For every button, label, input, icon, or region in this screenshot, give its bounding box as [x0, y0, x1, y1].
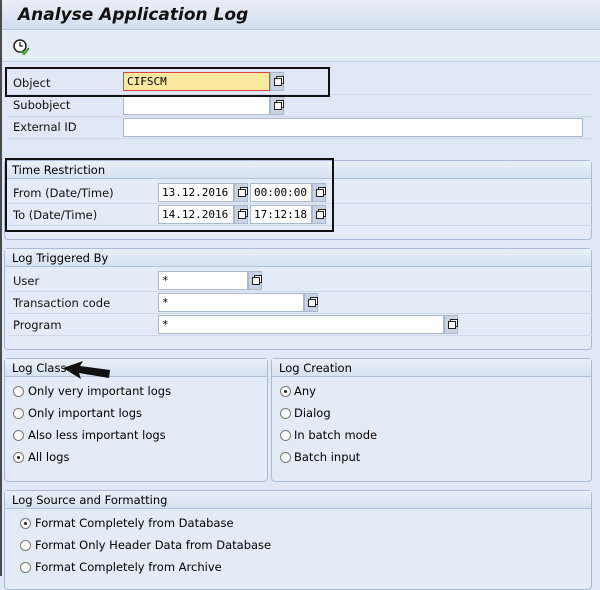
- arrow-annotation-icon: [63, 361, 110, 379]
- radio-format-header-db[interactable]: [20, 540, 31, 551]
- radio-label: Format Completely from Archive: [35, 560, 222, 574]
- tcode-label: Transaction code: [13, 296, 111, 310]
- user-help-button[interactable]: [248, 271, 262, 290]
- subobject-label: Subobject: [13, 98, 71, 112]
- radio-important[interactable]: [13, 408, 24, 419]
- radio-label: All logs: [28, 450, 70, 464]
- radio-any[interactable]: [280, 386, 291, 397]
- log-creation-header: Log Creation: [272, 359, 591, 377]
- radio-batch-mode[interactable]: [280, 430, 291, 441]
- radio-less-important[interactable]: [13, 430, 24, 441]
- program-input[interactable]: *: [158, 315, 444, 334]
- radio-label: Only very important logs: [28, 384, 172, 398]
- window-border: [0, 0, 2, 576]
- log-triggered-header: Log Triggered By: [5, 249, 591, 267]
- radio-dialog[interactable]: [280, 408, 291, 419]
- external-id-label: External ID: [13, 120, 77, 134]
- tcode-input[interactable]: *: [158, 293, 304, 312]
- highlight-box-time: [5, 158, 334, 232]
- radio-label: Format Only Header Data from Database: [35, 538, 272, 552]
- log-source-header: Log Source and Formatting: [5, 491, 591, 509]
- radio-label: Also less important logs: [28, 428, 166, 442]
- user-label: User: [13, 274, 40, 288]
- radio-label: Any: [294, 384, 316, 398]
- clock-check-icon[interactable]: [12, 38, 30, 56]
- page-title: Analyse Application Log: [18, 5, 249, 25]
- subobject-input[interactable]: [123, 96, 270, 115]
- radio-label: Batch input: [294, 450, 361, 464]
- radio-label: Dialog: [294, 406, 331, 420]
- radio-all-logs[interactable]: [13, 452, 24, 463]
- radio-label: Format Completely from Database: [35, 516, 234, 530]
- highlight-box-object: [5, 67, 330, 97]
- radio-format-archive[interactable]: [20, 562, 31, 573]
- radio-label: In batch mode: [294, 428, 378, 442]
- tcode-help-button[interactable]: [304, 293, 318, 312]
- program-help-button[interactable]: [444, 315, 458, 334]
- external-id-input[interactable]: [123, 118, 583, 137]
- program-label: Program: [13, 318, 62, 332]
- subobject-value-help-button[interactable]: [270, 96, 284, 115]
- radio-format-complete-db[interactable]: [20, 518, 31, 529]
- user-input[interactable]: *: [158, 271, 248, 290]
- radio-batch-input[interactable]: [280, 452, 291, 463]
- radio-label: Only important logs: [28, 406, 142, 420]
- radio-very-important[interactable]: [13, 386, 24, 397]
- log-class-header: Log Class: [5, 359, 267, 377]
- toolbar: [0, 30, 600, 62]
